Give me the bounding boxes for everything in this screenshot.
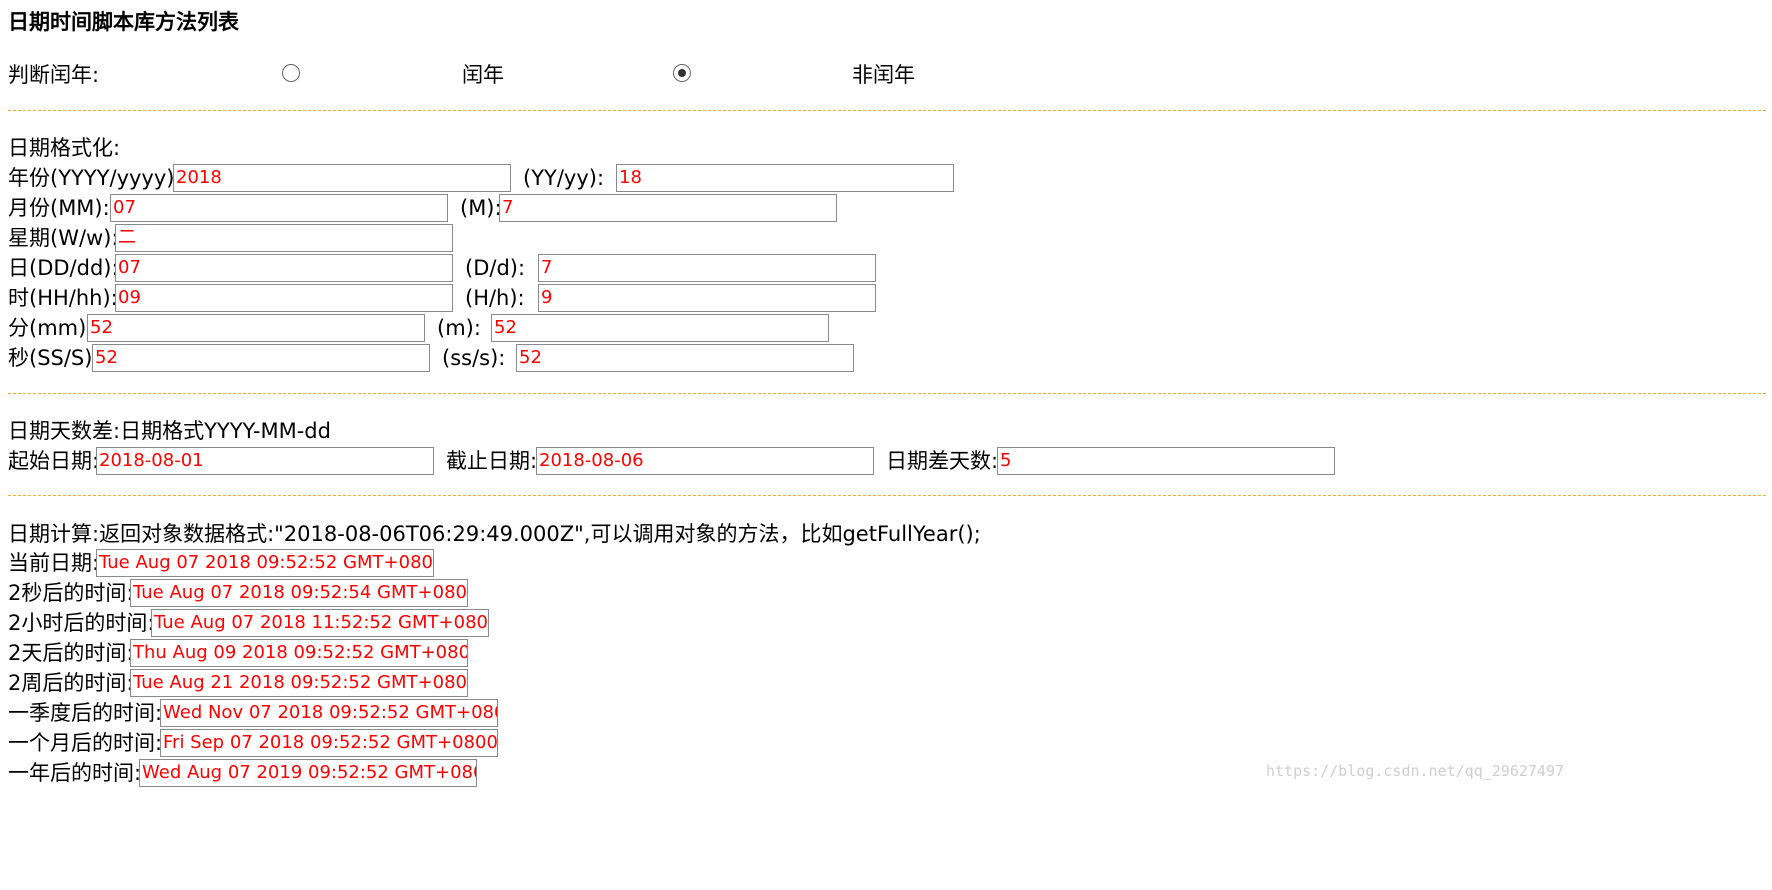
plus-2-days-input[interactable]: Thu Aug 09 2018 09:52:52 GMT+0800	[130, 639, 468, 667]
calc-row-label: 2秒后的时间:	[8, 581, 134, 605]
diff-heading: 日期天数差:日期格式YYYY-MM-dd	[8, 419, 331, 443]
plus-2-hours-input[interactable]: Tue Aug 07 2018 11:52:52 GMT+0800	[151, 609, 489, 637]
section-divider	[8, 495, 1766, 496]
h-label: (H/h):	[465, 286, 525, 310]
s-label: (ss/s):	[442, 346, 506, 370]
leap-year-radio[interactable]	[282, 64, 300, 82]
section-divider	[8, 393, 1766, 394]
section-divider	[8, 110, 1766, 111]
start-date-input[interactable]: 2018-08-01	[96, 447, 434, 475]
calc-row-label: 当前日期:	[8, 551, 100, 575]
min-input[interactable]: 52	[491, 314, 829, 342]
minute-label: 分(mm):	[8, 316, 94, 340]
leap-year-label: 判断闰年:	[8, 63, 100, 87]
month-input[interactable]: 07	[110, 194, 448, 222]
year-input[interactable]: 2018	[173, 164, 511, 192]
m-input[interactable]: 7	[499, 194, 837, 222]
calc-row-label: 一个月后的时间:	[8, 731, 163, 755]
plus-1-quarter-input[interactable]: Wed Nov 07 2018 09:52:52 GMT+0800	[160, 699, 498, 727]
h-input[interactable]: 9	[538, 284, 876, 312]
end-date-label: 截止日期:	[446, 449, 538, 473]
d-input[interactable]: 7	[538, 254, 876, 282]
calc-heading: 日期计算:返回对象数据格式:"2018-08-06T06:29:49.000Z"…	[8, 522, 981, 546]
day-label: 日(DD/dd):	[8, 256, 119, 280]
plus-1-year-input[interactable]: Wed Aug 07 2019 09:52:52 GMT+0800	[139, 759, 477, 787]
second-input[interactable]: 52	[92, 344, 430, 372]
end-date-input[interactable]: 2018-08-06	[536, 447, 874, 475]
plus-2-seconds-input[interactable]: Tue Aug 07 2018 09:52:54 GMT+0800	[130, 579, 468, 607]
hour-input[interactable]: 09	[115, 284, 453, 312]
days-diff-input[interactable]: 5	[997, 447, 1335, 475]
calc-row-label: 一季度后的时间:	[8, 701, 163, 725]
not-leap-year-radio[interactable]	[673, 64, 691, 82]
calc-row-label: 2周后的时间:	[8, 671, 134, 695]
start-date-label: 起始日期:	[8, 449, 100, 473]
m-label: (M):	[460, 196, 502, 220]
day-input[interactable]: 07	[115, 254, 453, 282]
plus-2-weeks-input[interactable]: Tue Aug 21 2018 09:52:52 GMT+0800	[130, 669, 468, 697]
yy-input[interactable]: 18	[616, 164, 954, 192]
min-label: (m):	[437, 316, 481, 340]
calc-row-label: 一年后的时间:	[8, 761, 142, 785]
week-label: 星期(W/w):	[8, 226, 119, 250]
leap-year-option-label: 闰年	[462, 63, 504, 87]
days-diff-label: 日期差天数:	[886, 449, 999, 473]
not-leap-year-option-label: 非闰年	[852, 63, 915, 87]
year-label: 年份(YYYY/yyyy):	[8, 166, 182, 190]
d-label: (D/d):	[465, 256, 526, 280]
calc-row-label: 2小时后的时间:	[8, 611, 155, 635]
calc-row-label: 2天后的时间:	[8, 641, 134, 665]
page-title: 日期时间脚本库方法列表	[8, 10, 239, 34]
s-input[interactable]: 52	[516, 344, 854, 372]
month-label: 月份(MM):	[8, 196, 110, 220]
watermark: https://blog.csdn.net/qq_29627497	[1266, 762, 1565, 780]
week-input[interactable]: 二	[115, 224, 453, 252]
format-heading: 日期格式化:	[8, 136, 121, 160]
minute-input[interactable]: 52	[87, 314, 425, 342]
plus-1-month-input[interactable]: Fri Sep 07 2018 09:52:52 GMT+0800	[160, 729, 498, 757]
yy-label: (YY/yy):	[523, 166, 605, 190]
second-label: 秒(SS/S):	[8, 346, 100, 370]
current-date-input[interactable]: Tue Aug 07 2018 09:52:52 GMT+0800	[96, 549, 434, 577]
hour-label: 时(HH/hh):	[8, 286, 118, 310]
